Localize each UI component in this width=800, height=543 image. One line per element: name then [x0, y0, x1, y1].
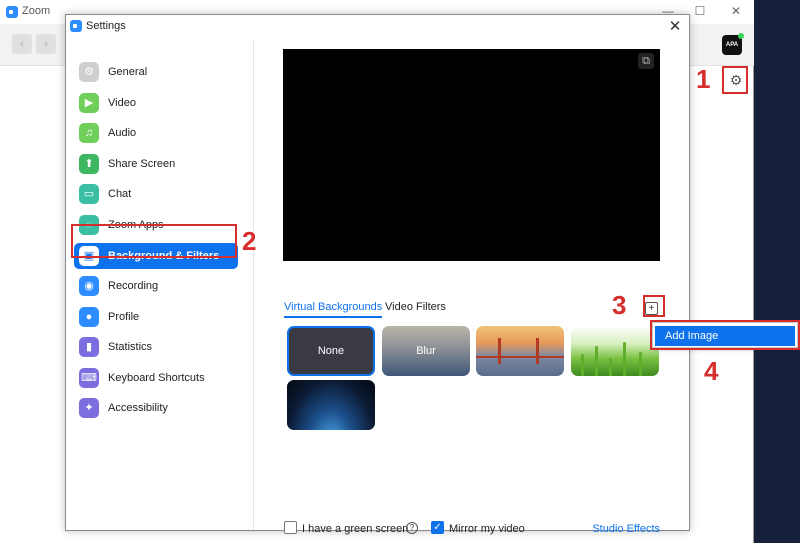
bridge-deck	[476, 356, 564, 358]
gear-icon: ⚙	[79, 62, 99, 82]
annotation-step-3: 3	[612, 290, 627, 320]
sidebar-item-share-screen[interactable]: ⬆ Share Screen	[74, 151, 238, 177]
grass-blade	[623, 342, 626, 376]
background-filters-panel: ⧉ Virtual Backgrounds Video Filters + No…	[255, 39, 689, 535]
background-golden-gate[interactable]	[476, 326, 564, 376]
annotation-step-4: 4	[704, 356, 719, 386]
zoom-window-title: Zoom	[22, 5, 51, 17]
maximize-button[interactable]: ☐	[692, 4, 708, 18]
zoom-logo-icon	[70, 20, 82, 32]
forward-button[interactable]: ›	[36, 34, 56, 54]
dialog-title: Settings	[86, 20, 126, 32]
sidebar-item-label: Accessibility	[108, 402, 168, 414]
sidebar-item-audio[interactable]: ♫ Audio	[74, 120, 238, 146]
sidebar-item-label: Keyboard Shortcuts	[108, 372, 205, 384]
back-button[interactable]: ‹	[12, 34, 32, 54]
help-icon[interactable]: ?	[406, 522, 418, 534]
window-close-button[interactable]: ✕	[728, 4, 744, 18]
settings-sidebar: ⚙ General ▶ Video ♫ Audio ⬆ Share Screen…	[66, 39, 254, 530]
studio-effects-link[interactable]: Studio Effects	[592, 523, 660, 535]
background-earth[interactable]	[287, 380, 375, 430]
sidebar-item-label: Share Screen	[108, 158, 176, 170]
bar-chart-icon: ▮	[79, 337, 99, 357]
background-grass[interactable]	[571, 326, 659, 376]
sidebar-item-label: Profile	[108, 311, 140, 323]
sidebar-item-label: Recording	[108, 280, 159, 292]
dialog-close-button[interactable]: ✕	[667, 17, 683, 35]
annotation-box-background-filters	[71, 224, 237, 258]
video-camera-icon: ▶	[79, 93, 99, 113]
video-preview: ⧉	[283, 49, 660, 261]
tab-video-filters[interactable]: Video Filters	[385, 301, 446, 313]
keyboard-icon: ⌨	[79, 368, 99, 388]
grass-blade	[609, 358, 612, 376]
settings-dialog: Settings ✕ ⚙ General ▶ Video ♫ Audio ⬆ S…	[65, 14, 690, 535]
sidebar-item-label: Chat	[108, 188, 132, 200]
bridge-tower	[498, 338, 501, 364]
background-blur[interactable]: Blur	[382, 326, 470, 376]
sidebar-item-label: Statistics	[108, 341, 153, 353]
rotate-camera-icon[interactable]: ⧉	[638, 53, 654, 69]
annotation-step-2: 2	[242, 226, 257, 256]
sidebar-item-general[interactable]: ⚙ General	[74, 59, 238, 85]
tab-virtual-backgrounds[interactable]: Virtual Backgrounds	[284, 301, 383, 318]
sidebar-item-statistics[interactable]: ▮ Statistics	[74, 334, 238, 360]
background-none[interactable]: None	[287, 326, 375, 376]
chat-bubble-icon: ▭	[79, 184, 99, 204]
annotation-step-1: 1	[696, 64, 711, 94]
annotation-box-add-image	[650, 320, 800, 350]
mirror-video-label: Mirror my video	[449, 523, 525, 535]
sidebar-item-accessibility[interactable]: ✦ Accessibility	[74, 395, 238, 421]
sidebar-item-chat[interactable]: ▭ Chat	[74, 181, 238, 207]
grass-blade	[639, 352, 642, 376]
online-status-dot	[738, 33, 744, 39]
desktop-background	[754, 0, 800, 543]
record-icon: ◉	[79, 276, 99, 296]
sidebar-item-video[interactable]: ▶ Video	[74, 90, 238, 116]
headphones-icon: ♫	[79, 123, 99, 143]
zoom-logo-icon	[6, 6, 18, 18]
accessibility-icon: ✦	[79, 398, 99, 418]
green-screen-label: I have a green screen	[302, 523, 409, 535]
sidebar-item-label: Audio	[108, 127, 137, 139]
sidebar-item-recording[interactable]: ◉ Recording	[74, 273, 238, 299]
sidebar-item-label: General	[108, 66, 148, 78]
grass-blade	[595, 346, 598, 376]
person-icon: ●	[79, 307, 99, 327]
green-screen-checkbox[interactable]	[284, 521, 297, 534]
sidebar-item-label: Video	[108, 97, 136, 109]
annotation-box-add	[643, 295, 665, 317]
bridge-tower	[536, 338, 539, 364]
share-screen-icon: ⬆	[79, 154, 99, 174]
sidebar-item-profile[interactable]: ● Profile	[74, 304, 238, 330]
sidebar-item-keyboard-shortcuts[interactable]: ⌨ Keyboard Shortcuts	[74, 365, 238, 391]
grass-blade	[581, 354, 584, 376]
dialog-titlebar: Settings ✕	[66, 15, 689, 39]
annotation-box-settings	[722, 66, 748, 94]
mirror-video-checkbox[interactable]: ✓	[431, 521, 444, 534]
